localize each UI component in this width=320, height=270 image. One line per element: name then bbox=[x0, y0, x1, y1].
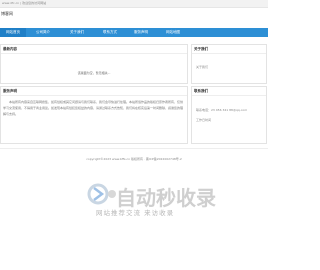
contact-hours: 工作日时间 bbox=[196, 118, 212, 122]
latest-title: 最新内容 bbox=[3, 47, 17, 51]
nav-item-contact[interactable]: 联系方式 bbox=[97, 28, 123, 37]
nav-item-sitemap[interactable]: 网站地图 bbox=[160, 28, 186, 37]
copyright-text: copyright©2023 www.bffs.cn 版权所有 · 黑ICP备2… bbox=[86, 157, 182, 161]
about-link[interactable]: 关于我们 bbox=[196, 65, 208, 69]
divider bbox=[1, 95, 187, 96]
footer: copyright©2023 www.bffs.cn 版权所有 · 黑ICP备2… bbox=[0, 148, 268, 169]
about-title: 关于我们 bbox=[194, 47, 208, 51]
latest-panel: 最新内容 该版面为空，暂无相关... bbox=[0, 44, 188, 84]
contact-panel: 联系我们 联系电话：23 456 341 88@qq.com 工作日时间 bbox=[191, 86, 267, 144]
site-logo[interactable]: 博客网 bbox=[1, 11, 13, 17]
top-bar: www.dfc.cn | 欢迎您的访问网站 bbox=[0, 0, 268, 8]
nav-item-company[interactable]: 公司简介 bbox=[30, 28, 56, 37]
top-bar-text: www.dfc.cn | 欢迎您的访问网站 bbox=[2, 1, 47, 5]
statement-text: 本站所有内容来自互联网搜集，如有侵权或其它问题请与我们联系，我们会尽快进行处理。… bbox=[3, 100, 184, 116]
contact-phone: 联系电话：23 456 341 88@qq.com bbox=[196, 108, 248, 112]
main-nav: 网站首页 公司简介 关于我们 联系方式 服务声明 网站地图 bbox=[0, 28, 268, 37]
divider bbox=[1, 53, 187, 54]
contact-title: 联系我们 bbox=[194, 89, 208, 93]
divider bbox=[192, 95, 266, 96]
empty-notice: 该版面为空，暂无相关... bbox=[77, 71, 111, 75]
nav-item-about[interactable]: 关于我们 bbox=[64, 28, 90, 37]
watermark-subtitle: 网站推荐交流 来访收录 bbox=[96, 209, 175, 217]
statement-title: 服务声明 bbox=[3, 89, 17, 93]
nav-item-home[interactable]: 网站首页 bbox=[0, 28, 26, 37]
nav-item-statement[interactable]: 服务声明 bbox=[128, 28, 154, 37]
statement-panel: 服务声明 本站所有内容来自互联网搜集，如有侵权或其它问题请与我们联系，我们会尽快… bbox=[0, 86, 188, 144]
divider bbox=[192, 53, 266, 54]
about-panel: 关于我们 关于我们 bbox=[191, 44, 267, 84]
